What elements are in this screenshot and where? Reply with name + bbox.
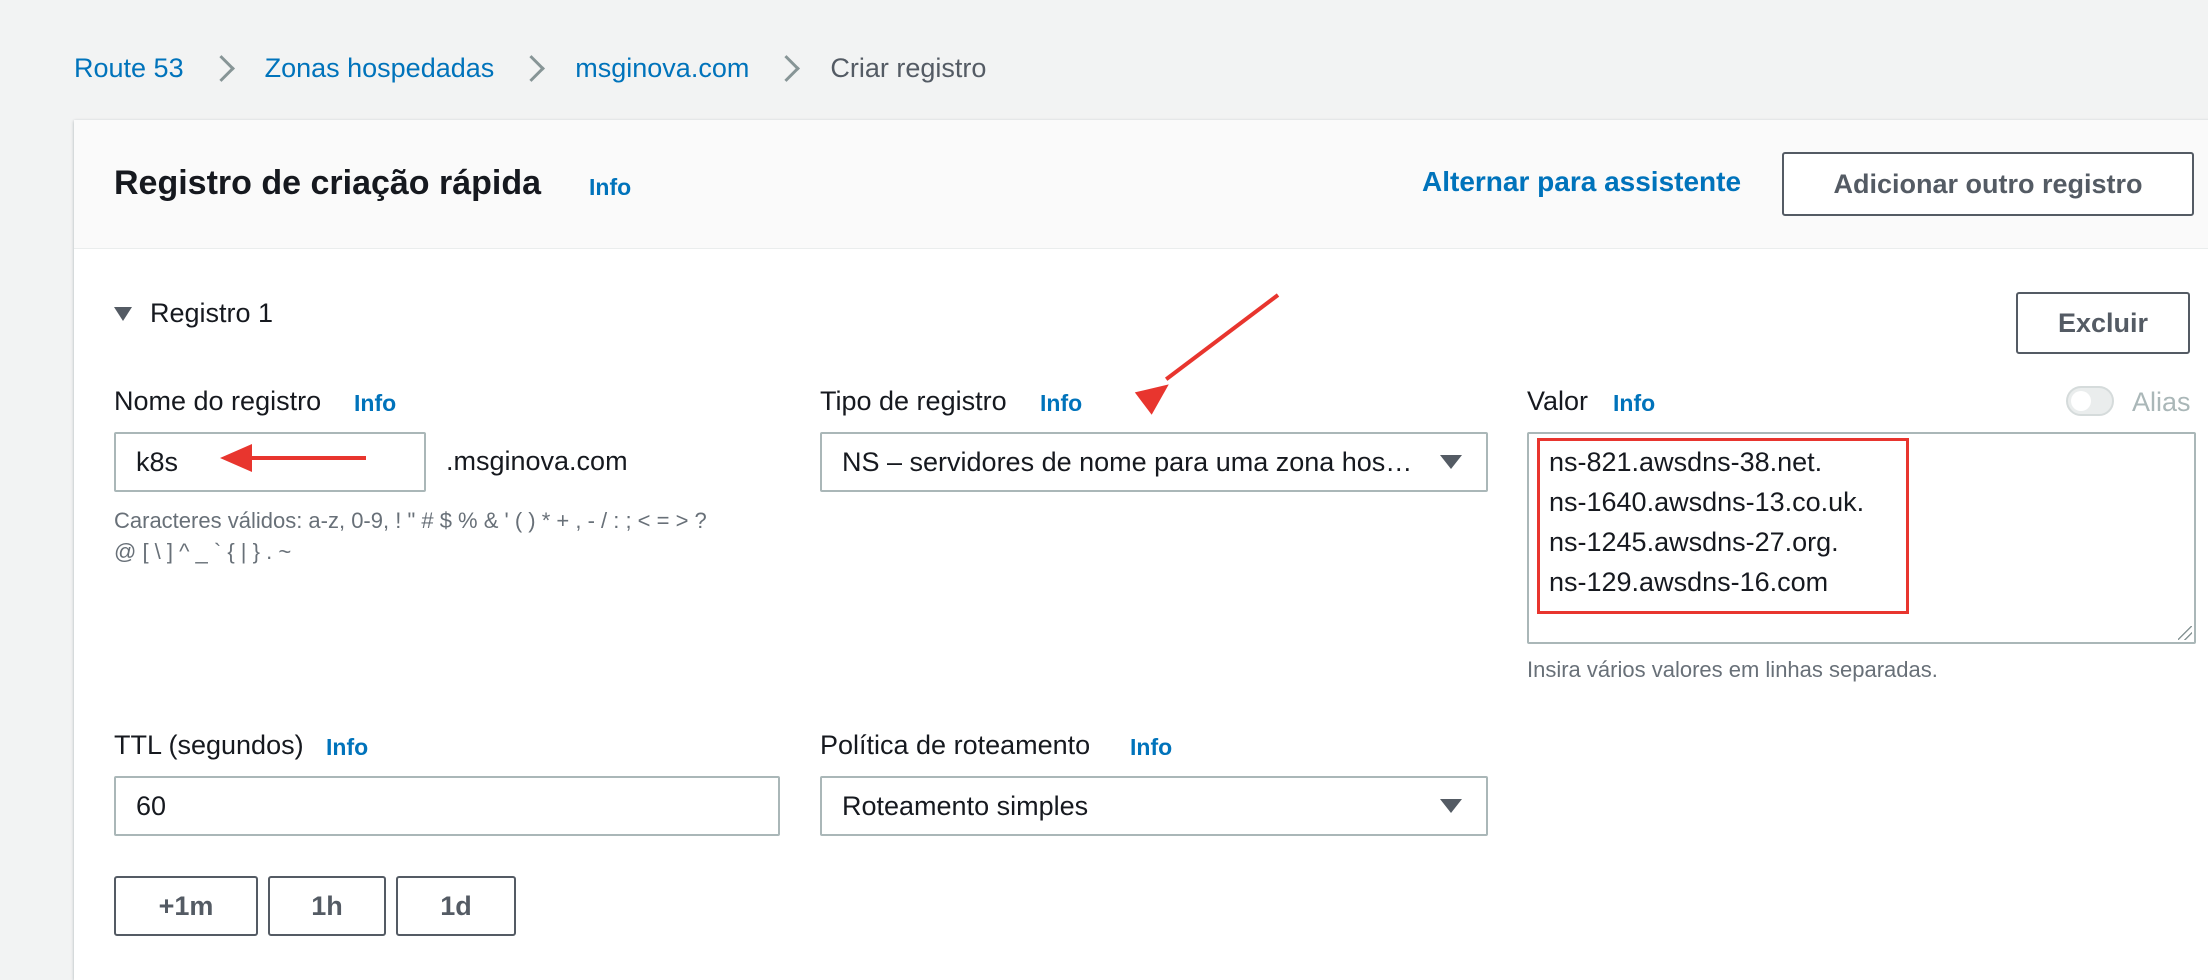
value-lines: ns-821.awsdns-38.net. ns-1640.awsdns-13.… xyxy=(1549,442,1864,602)
delete-record-button[interactable]: Excluir xyxy=(2016,292,2190,354)
title-info-link[interactable]: Info xyxy=(589,174,631,201)
value-line: ns-1245.awsdns-27.org. xyxy=(1549,527,1839,557)
record-name-hint-line: Caracteres válidos: a-z, 0-9, ! " # $ % … xyxy=(114,508,707,533)
routing-policy-info-link[interactable]: Info xyxy=(1130,734,1172,761)
value-line: ns-129.awsdns-16.com xyxy=(1549,567,1829,597)
ttl-input[interactable]: 60 xyxy=(114,776,780,836)
panel-header: Registro de criação rápida Info Alternar… xyxy=(74,120,2208,249)
routing-policy-label: Política de roteamento xyxy=(820,730,1091,760)
page-title: Registro de criação rápida xyxy=(114,164,542,202)
switch-to-wizard-link[interactable]: Alternar para assistente xyxy=(1422,166,1741,198)
record-name-input[interactable]: k8s xyxy=(114,432,426,492)
alias-label: Alias xyxy=(2132,387,2191,417)
record-name-value: k8s xyxy=(136,446,179,477)
record-name-suffix: .msginova.com xyxy=(446,446,628,476)
breadcrumb-hosted-zones[interactable]: Zonas hospedadas xyxy=(265,53,495,84)
ttl-label: TTL (segundos) xyxy=(114,730,304,760)
chevron-right-icon xyxy=(518,54,546,82)
chevron-right-icon xyxy=(773,54,801,82)
caret-down-icon xyxy=(114,306,132,321)
record-section-toggle[interactable]: Registro 1 xyxy=(114,298,273,329)
routing-policy-value: Roteamento simples xyxy=(842,790,1089,821)
resize-handle-icon[interactable] xyxy=(2178,626,2192,640)
alias-toggle[interactable] xyxy=(2066,386,2114,416)
breadcrumb: Route 53 Zonas hospedadas msginova.com C… xyxy=(74,48,986,88)
record-name-hint: Caracteres válidos: a-z, 0-9, ! " # $ % … xyxy=(114,505,707,567)
add-record-button[interactable]: Adicionar outro registro xyxy=(1782,152,2194,216)
record-type-info-link[interactable]: Info xyxy=(1040,390,1082,417)
ttl-1h-button[interactable]: 1h xyxy=(268,876,386,936)
value-hint: Insira vários valores em linhas separada… xyxy=(1527,657,1938,682)
ttl-plus-1m-button[interactable]: +1m xyxy=(114,876,258,936)
breadcrumb-zone[interactable]: msginova.com xyxy=(575,53,749,84)
record-name-hint-line: @ [ \ ] ^ _ ` { | } . ~ xyxy=(114,539,292,564)
value-textarea[interactable]: ns-821.awsdns-38.net. ns-1640.awsdns-13.… xyxy=(1527,432,2196,644)
record-section-label: Registro 1 xyxy=(150,298,274,328)
record-name-label: Nome do registro xyxy=(114,386,322,416)
value-info-link[interactable]: Info xyxy=(1613,390,1655,417)
quick-create-panel: Registro de criação rápida Info Alternar… xyxy=(74,120,2208,980)
routing-policy-select[interactable]: Roteamento simples xyxy=(820,776,1488,836)
record-type-value: NS – servidores de nome para uma zona ho… xyxy=(842,446,1413,477)
ttl-1d-button[interactable]: 1d xyxy=(396,876,516,936)
ttl-value: 60 xyxy=(136,790,167,821)
chevron-right-icon xyxy=(207,54,235,82)
value-line: ns-821.awsdns-38.net. xyxy=(1549,447,1823,477)
value-label: Valor xyxy=(1527,386,1589,416)
record-type-label: Tipo de registro xyxy=(820,386,1007,416)
breadcrumb-route53[interactable]: Route 53 xyxy=(74,53,184,84)
record-type-select[interactable]: NS – servidores de nome para uma zona ho… xyxy=(820,432,1488,492)
ttl-info-link[interactable]: Info xyxy=(326,734,368,761)
caret-down-icon xyxy=(1440,799,1462,813)
breadcrumb-current: Criar registro xyxy=(830,52,987,83)
record-name-info-link[interactable]: Info xyxy=(354,390,396,417)
toggle-knob xyxy=(2071,391,2091,411)
value-line: ns-1640.awsdns-13.co.uk. xyxy=(1549,487,1865,517)
caret-down-icon xyxy=(1440,455,1462,469)
